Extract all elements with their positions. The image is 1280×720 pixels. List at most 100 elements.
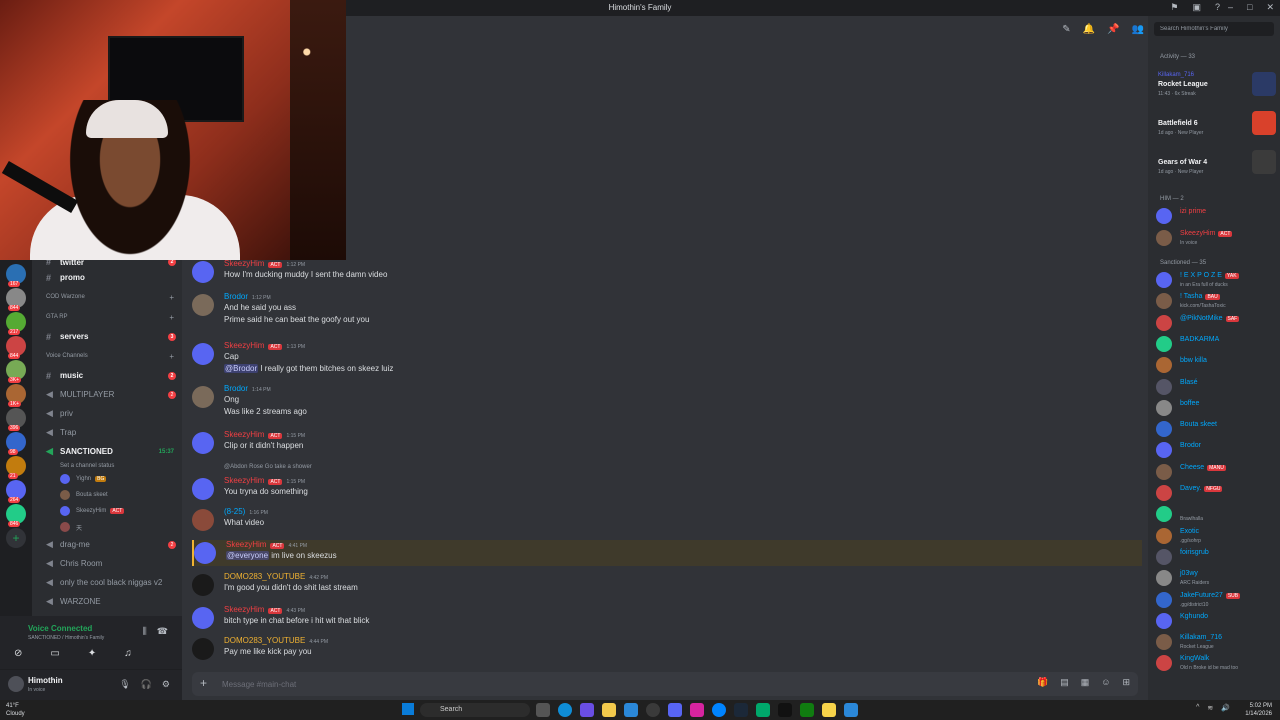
server-icon[interactable]: 217 xyxy=(6,312,26,335)
server-icon[interactable]: 1K+ xyxy=(6,384,26,407)
author-name[interactable]: SkeezyHim xyxy=(224,476,264,485)
add-server-icon[interactable]: + xyxy=(6,528,26,548)
screen-icon[interactable]: ▣ xyxy=(1192,2,1201,13)
author-name[interactable]: SkeezyHim xyxy=(224,341,264,350)
server-icon[interactable]: 167 xyxy=(6,264,26,287)
gif-icon[interactable]: ▤ xyxy=(1060,677,1069,688)
chat-message[interactable]: Brodor 1:14 PM Ong Was like 2 streams ago xyxy=(192,384,1142,422)
clock[interactable]: 5:02 PM 1/14/2026 xyxy=(1245,702,1272,718)
signal-icon[interactable]: ⫼ xyxy=(143,626,147,637)
voice-channel-warzone[interactable]: ◀ WARZONE xyxy=(32,592,182,611)
member-item[interactable]: BADKARMA xyxy=(1156,334,1280,354)
author-name[interactable]: SkeezyHim xyxy=(226,540,266,549)
chat-message[interactable]: SkeezyHim ACT 4:43 PM bitch type in chat be… xyxy=(192,605,1142,631)
discord-icon[interactable] xyxy=(668,703,682,717)
voice-channel-priv[interactable]: ◀ priv xyxy=(32,404,182,423)
author-name[interactable]: (8-25) xyxy=(224,507,245,516)
author-name[interactable]: DOMO283_YOUTUBE xyxy=(224,636,305,645)
voice-channel-sanctioned[interactable]: ◀ SANCTIONED 15:37 xyxy=(32,442,182,461)
task-view-icon[interactable] xyxy=(536,703,550,717)
member-item[interactable]: @PikNotMike SAF xyxy=(1156,313,1280,333)
voice-channel-chris-room[interactable]: ◀ Chris Room xyxy=(32,554,182,573)
help-icon[interactable]: ? xyxy=(1215,2,1220,13)
member-item[interactable]: Blasé xyxy=(1156,377,1280,397)
activities-icon[interactable]: ✦ xyxy=(88,648,96,659)
member-item[interactable]: Cheese MANU xyxy=(1156,462,1280,482)
activity-card[interactable]: Gears of War 4 1d ago · New Player xyxy=(1154,148,1278,182)
chat-message[interactable]: Brodor 1:12 PM And he said you ass Prime sa… xyxy=(192,292,1142,330)
chat-message[interactable]: SkeezyHim ACT 1:15 PM Clip or it didn't hap… xyxy=(192,430,1142,456)
server-icon[interactable]: 21 xyxy=(6,456,26,479)
member-item[interactable]: izi prime xyxy=(1156,206,1280,226)
chevron-up-icon[interactable]: ^ xyxy=(1196,704,1199,712)
member-item[interactable]: ! Tasha BAU kick.com/TashaToxic xyxy=(1156,291,1280,311)
member-item[interactable]: boffee xyxy=(1156,398,1280,418)
chat-message[interactable]: @Abdon Rose Go take a shower SkeezyHim ACT… xyxy=(192,464,1142,502)
disconnect-icon[interactable]: ☎ xyxy=(157,626,168,637)
channel-servers[interactable]: # servers 3 xyxy=(32,327,182,346)
member-item[interactable]: JakeFuture27 SUB .gg/district10 xyxy=(1156,590,1280,610)
app-icon[interactable] xyxy=(844,703,858,717)
member-item[interactable]: SkeezyHim ACT In voice xyxy=(1156,228,1280,248)
voice-channel-drag-me[interactable]: ◀ drag-me 2 xyxy=(32,535,182,554)
notes-icon[interactable] xyxy=(822,703,836,717)
avatar[interactable] xyxy=(194,542,216,564)
maximize-icon[interactable]: □ xyxy=(1247,2,1252,13)
category-voice-channels[interactable]: Voice Channels + xyxy=(32,346,182,366)
author-name[interactable]: Brodor xyxy=(224,384,248,393)
avatar[interactable] xyxy=(8,676,24,692)
server-icon[interactable]: 98 xyxy=(6,432,26,455)
reply-preview[interactable]: @Abdon Rose Go take a shower xyxy=(224,464,312,470)
member-item[interactable]: Bouta skeet xyxy=(1156,419,1280,439)
xbox-icon[interactable] xyxy=(800,703,814,717)
channel-status-prompt[interactable]: Set a channel status xyxy=(32,461,182,471)
voice-channel-multiplayer[interactable]: ◀ MULTIPLAYER 2 xyxy=(32,385,182,404)
copilot-icon[interactable] xyxy=(580,703,594,717)
screen-share-icon[interactable]: ▭ xyxy=(50,648,59,659)
server-icon[interactable]: 844 xyxy=(6,288,26,311)
voice-channel-trap[interactable]: ◀ Trap xyxy=(32,423,182,442)
voice-user[interactable]: Bouta skeet xyxy=(32,487,182,503)
channel-music[interactable]: # music 2 xyxy=(32,366,182,385)
voice-location[interactable]: SANCTIONED / Himothin's Family xyxy=(28,635,104,641)
chat-message[interactable]: SkeezyHim ACT 1:12 PM How I'm ducking muddy… xyxy=(192,259,1142,285)
gift-icon[interactable]: 🎁 xyxy=(1037,677,1048,688)
store-icon[interactable] xyxy=(624,703,638,717)
chat-message[interactable]: SkeezyHim ACT 4:41 PM @everyone im live on … xyxy=(192,540,1142,566)
apps-icon[interactable]: ⊞ xyxy=(1122,677,1130,688)
avatar[interactable] xyxy=(192,261,214,283)
member-item[interactable]: bbw killa xyxy=(1156,355,1280,375)
chat-message[interactable]: DOMO283_YOUTUBE 4:42 PM I'm good you didn'… xyxy=(192,572,1142,598)
author-name[interactable]: SkeezyHim xyxy=(224,605,264,614)
bell-icon[interactable]: 🔔 xyxy=(1083,24,1095,35)
author-name[interactable]: SkeezyHim xyxy=(224,259,264,268)
add-channel-icon[interactable]: + xyxy=(169,293,174,302)
member-item[interactable]: Brodor xyxy=(1156,440,1280,460)
author-name[interactable]: SkeezyHim xyxy=(224,430,264,439)
channel-promo[interactable]: # promo xyxy=(32,268,182,287)
voice-user[interactable]: SkeezyHim ACT xyxy=(32,503,182,519)
avatar[interactable] xyxy=(192,432,214,454)
soundboard-icon[interactable]: ♫ xyxy=(124,648,132,659)
minimize-icon[interactable]: – xyxy=(1228,2,1233,13)
camera-off-icon[interactable]: ⊘ xyxy=(14,648,22,659)
category-gta-rp[interactable]: GTA RP + xyxy=(32,307,182,327)
sticker-icon[interactable]: ▦ xyxy=(1081,677,1090,688)
chat-message[interactable]: SkeezyHim ACT 1:13 PM Cap @Brodor I really g… xyxy=(192,341,1142,379)
server-icon[interactable]: 264 xyxy=(6,480,26,503)
edge-icon[interactable] xyxy=(558,703,572,717)
file-explorer-icon[interactable] xyxy=(602,703,616,717)
voice-user[interactable]: Yighn BG xyxy=(32,471,182,487)
server-search-input[interactable] xyxy=(1154,22,1274,36)
instagram-icon[interactable] xyxy=(690,703,704,717)
mention[interactable]: @Brodor xyxy=(224,364,259,373)
avatar[interactable] xyxy=(192,638,214,660)
app-icon[interactable] xyxy=(756,703,770,717)
mention[interactable]: @everyone xyxy=(226,551,270,560)
tiktok-icon[interactable] xyxy=(778,703,792,717)
members-icon[interactable]: 👥 xyxy=(1132,24,1144,35)
member-item[interactable]: Exotic .gg/sohrp xyxy=(1156,526,1280,546)
add-channel-icon[interactable]: + xyxy=(169,352,174,361)
attach-icon[interactable]: + xyxy=(200,676,207,690)
wifi-icon[interactable]: ≋ xyxy=(1207,704,1213,712)
